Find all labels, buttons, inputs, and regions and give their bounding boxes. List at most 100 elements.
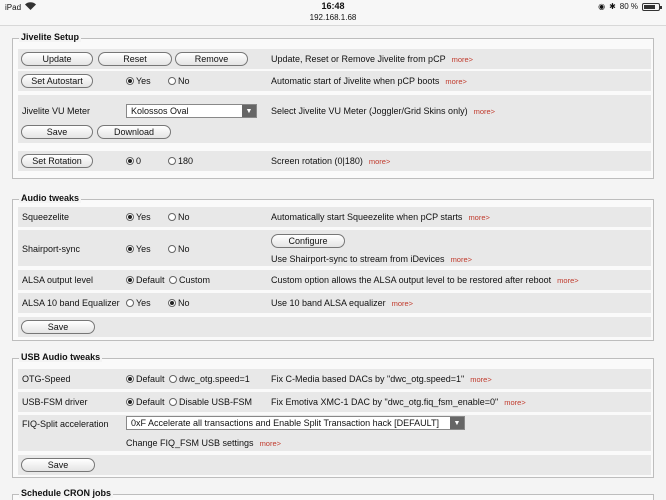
otg-speed1-radio[interactable]: dwc_otg.speed=1 (169, 374, 250, 384)
rotation-desc-text: Screen rotation (0|180) (271, 156, 363, 166)
squeezelite-row: Squeezelite Yes No Automatically start S… (18, 207, 651, 227)
usb-fsm-desc: Fix Emotiva XMC-1 DAC by "dwc_otg.fiq_fs… (271, 397, 526, 407)
set-rotation-button[interactable]: Set Rotation (21, 154, 93, 168)
otg-speed1-label: dwc_otg.speed=1 (179, 374, 250, 384)
more-link[interactable]: more> (451, 255, 472, 264)
autostart-yes-radio[interactable]: Yes (126, 76, 151, 86)
update-desc-text: Update, Reset or Remove Jivelite from pC… (271, 54, 446, 64)
more-link[interactable]: more> (474, 107, 495, 116)
remove-button[interactable]: Remove (175, 52, 248, 66)
otg-default-label: Default (136, 374, 165, 384)
autostart-no-radio[interactable]: No (168, 76, 190, 86)
shairport-yes-label: Yes (136, 244, 151, 254)
shairport-yes-radio[interactable]: Yes (126, 244, 151, 254)
status-right: ◉ ✱ 80 % (598, 2, 662, 11)
squeezelite-desc-text: Automatically start Squeezelite when pCP… (271, 212, 463, 222)
rotation-0-label: 0 (136, 156, 142, 166)
configure-button[interactable]: Configure (271, 234, 345, 248)
alsa-default-label: Default (136, 275, 165, 285)
clock: 16:48 (321, 1, 345, 11)
jivelite-setup-title: Jivelite Setup (19, 32, 82, 42)
shairport-label: Shairport-sync (22, 244, 81, 254)
vu-meter-label: Jivelite VU Meter (22, 106, 91, 116)
location-icon: ◉ (598, 2, 606, 11)
alsa-default-radio[interactable]: Default (126, 275, 165, 285)
shairport-desc: Use Shairport-sync to stream from iDevic… (271, 254, 472, 264)
alsa-custom-label: Custom (179, 275, 211, 285)
equalizer-yes-label: Yes (136, 298, 151, 308)
status-bar: iPad 16:48 192.168.1.68 ◉ ✱ 80 % (0, 0, 666, 26)
cron-title: Schedule CRON jobs (19, 488, 114, 498)
battery-fill (644, 4, 655, 9)
fsm-disable-radio[interactable]: Disable USB-FSM (169, 397, 252, 407)
shairport-no-radio[interactable]: No (168, 244, 190, 254)
fiq-split-value: 0xF Accelerate all transactions and Enab… (131, 418, 439, 428)
alsa-custom-radio[interactable]: Custom (169, 275, 210, 285)
shairport-row: Shairport-sync Yes No Configure Use Shai… (18, 230, 651, 266)
chevron-down-icon: ▼ (450, 417, 464, 429)
reset-button[interactable]: Reset (98, 52, 172, 66)
audio-save-row: Save (18, 317, 651, 337)
set-autostart-button[interactable]: Set Autostart (21, 74, 93, 88)
alsa-output-label: ALSA output level (22, 275, 94, 285)
otg-speed-desc-text: Fix C-Media based DACs by "dwc_otg.speed… (271, 374, 465, 384)
more-link[interactable]: more> (392, 299, 413, 308)
equalizer-label: ALSA 10 band Equalizer (22, 298, 120, 308)
update-desc: Update, Reset or Remove Jivelite from pC… (271, 54, 473, 64)
more-link[interactable]: more> (557, 276, 578, 285)
more-link[interactable]: more> (470, 375, 491, 384)
shairport-no-label: No (178, 244, 190, 254)
squeezelite-no-label: No (178, 212, 190, 222)
equalizer-desc-text: Use 10 band ALSA equalizer (271, 298, 386, 308)
fiq-split-label: FIQ-Split acceleration (22, 419, 109, 429)
alsa-output-row: ALSA output level Default Custom Custom … (18, 270, 651, 290)
usb-save-button[interactable]: Save (21, 458, 95, 472)
audio-tweaks-group: Audio tweaks Squeezelite Yes No Automati… (12, 193, 654, 341)
fiq-split-select[interactable]: 0xF Accelerate all transactions and Enab… (126, 416, 465, 430)
vu-meter-select[interactable]: Kolossos Oval ▼ (126, 104, 257, 118)
otg-default-radio[interactable]: Default (126, 374, 165, 384)
equalizer-desc: Use 10 band ALSA equalizer more> (271, 298, 413, 308)
squeezelite-label: Squeezelite (22, 212, 70, 222)
rotation-180-radio[interactable]: 180 (168, 156, 193, 166)
usb-save-row: Save (18, 455, 651, 475)
autostart-desc-text: Automatic start of Jivelite when pCP boo… (271, 76, 440, 86)
squeezelite-yes-label: Yes (136, 212, 151, 222)
shairport-desc-text: Use Shairport-sync to stream from iDevic… (271, 254, 445, 264)
rotation-0-radio[interactable]: 0 (126, 156, 141, 166)
autostart-no-label: No (178, 76, 190, 86)
more-link[interactable]: more> (369, 157, 390, 166)
bluetooth-icon: ✱ (609, 2, 616, 11)
rotation-desc: Screen rotation (0|180) more> (271, 156, 390, 166)
more-link[interactable]: more> (445, 77, 466, 86)
usb-fsm-row: USB-FSM driver Default Disable USB-FSM F… (18, 392, 651, 412)
equalizer-row: ALSA 10 band Equalizer Yes No Use 10 ban… (18, 293, 651, 313)
audio-save-button[interactable]: Save (21, 320, 95, 334)
squeezelite-yes-radio[interactable]: Yes (126, 212, 151, 222)
equalizer-no-radio[interactable]: No (168, 298, 190, 308)
alsa-output-desc-text: Custom option allows the ALSA output lev… (271, 275, 552, 285)
squeezelite-desc: Automatically start Squeezelite when pCP… (271, 212, 490, 222)
jivelite-rotation-row: Set Rotation 0 180 Screen rotation (0|18… (18, 151, 651, 171)
squeezelite-no-radio[interactable]: No (168, 212, 190, 222)
autostart-yes-label: Yes (136, 76, 151, 86)
download-button[interactable]: Download (97, 125, 171, 139)
more-link[interactable]: more> (468, 213, 489, 222)
otg-speed-label: OTG-Speed (22, 374, 71, 384)
more-link[interactable]: more> (260, 439, 281, 448)
fsm-default-radio[interactable]: Default (126, 397, 165, 407)
usb-audio-group: USB Audio tweaks OTG-Speed Default dwc_o… (12, 352, 654, 478)
audio-tweaks-title: Audio tweaks (19, 193, 82, 203)
vu-desc-text: Select Jivelite VU Meter (Joggler/Grid S… (271, 106, 468, 116)
vu-save-button[interactable]: Save (21, 125, 93, 139)
otg-speed-desc: Fix C-Media based DACs by "dwc_otg.speed… (271, 374, 492, 384)
autostart-desc: Automatic start of Jivelite when pCP boo… (271, 76, 467, 86)
more-link[interactable]: more> (452, 55, 473, 64)
update-button[interactable]: Update (21, 52, 93, 66)
cron-group: Schedule CRON jobs (12, 488, 654, 500)
more-link[interactable]: more> (504, 398, 525, 407)
vu-meter-value: Kolossos Oval (131, 106, 189, 116)
address-bar[interactable]: 192.168.1.68 (0, 13, 666, 22)
usb-fsm-desc-text: Fix Emotiva XMC-1 DAC by "dwc_otg.fiq_fs… (271, 397, 499, 407)
equalizer-yes-radio[interactable]: Yes (126, 298, 151, 308)
